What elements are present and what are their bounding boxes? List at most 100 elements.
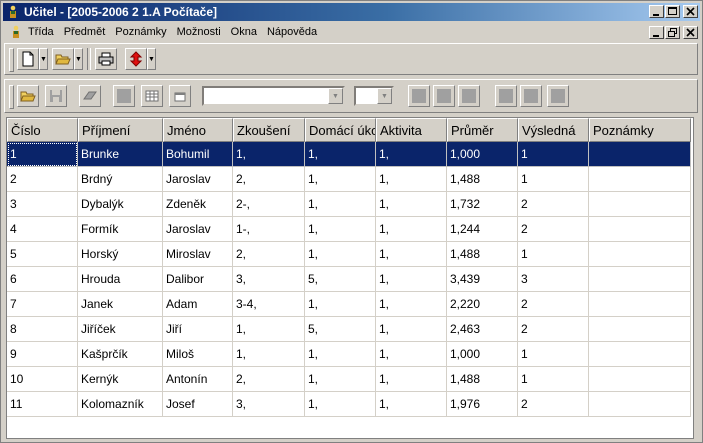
cell-col-aktivita[interactable]: 1, bbox=[376, 267, 447, 292]
cell-col-zkouseni[interactable]: 1, bbox=[233, 342, 305, 367]
cell-col-aktivita[interactable]: 1, bbox=[376, 242, 447, 267]
mdi-close-button[interactable] bbox=[683, 26, 698, 39]
header-col-poznamky[interactable]: Poznámky bbox=[589, 118, 691, 142]
cell-col-prijmeni[interactable]: Formík bbox=[78, 217, 163, 242]
cell-col-prijmeni[interactable]: Jiříček bbox=[78, 317, 163, 342]
cell-col-prumer[interactable]: 3,439 bbox=[447, 267, 518, 292]
grade-select[interactable]: ▼ bbox=[354, 86, 394, 106]
header-col-domaci-ukoly[interactable]: Domácí úkoly bbox=[305, 118, 376, 142]
cell-col-aktivita[interactable]: 1, bbox=[376, 217, 447, 242]
cell-col-vysledna[interactable]: 2 bbox=[518, 317, 589, 342]
cell-col-zkouseni[interactable]: 2, bbox=[233, 167, 305, 192]
cell-col-prumer[interactable]: 1,000 bbox=[447, 342, 518, 367]
cell-col-aktivita[interactable]: 1, bbox=[376, 342, 447, 367]
cell-col-zkouseni[interactable]: 2, bbox=[233, 242, 305, 267]
menu-poznamky[interactable]: Poznámky bbox=[110, 23, 171, 41]
red-arrow-icon[interactable] bbox=[125, 48, 147, 70]
grades-grid[interactable]: ČísloPříjmeníJménoZkoušeníDomácí úkolyAk… bbox=[6, 117, 694, 439]
cell-col-vysledna[interactable]: 1 bbox=[518, 142, 589, 167]
cell-col-poznamky[interactable] bbox=[589, 167, 691, 192]
cell-col-jmeno[interactable]: Jaroslav bbox=[163, 217, 233, 242]
grey-square-icon[interactable] bbox=[408, 85, 430, 107]
cell-col-vysledna[interactable]: 2 bbox=[518, 292, 589, 317]
minimize-button[interactable] bbox=[649, 5, 664, 18]
cell-col-zkouseni[interactable]: 2, bbox=[233, 367, 305, 392]
cell-col-cislo[interactable]: 7 bbox=[7, 292, 78, 317]
eraser-icon[interactable] bbox=[79, 85, 101, 107]
header-col-prumer[interactable]: Průměr bbox=[447, 118, 518, 142]
cell-col-prijmeni[interactable]: Brdný bbox=[78, 167, 163, 192]
cell-col-prumer[interactable]: 1,000 bbox=[447, 142, 518, 167]
cell-col-domaci-ukoly[interactable]: 1, bbox=[305, 367, 376, 392]
header-col-zkouseni[interactable]: Zkoušení bbox=[233, 118, 305, 142]
cell-col-zkouseni[interactable]: 3, bbox=[233, 267, 305, 292]
cell-col-vysledna[interactable]: 2 bbox=[518, 392, 589, 417]
cell-col-poznamky[interactable] bbox=[589, 142, 691, 167]
menu-okna[interactable]: Okna bbox=[226, 23, 262, 41]
cell-col-zkouseni[interactable]: 3, bbox=[233, 392, 305, 417]
grey-square-icon[interactable] bbox=[547, 85, 569, 107]
cell-col-jmeno[interactable]: Miloš bbox=[163, 342, 233, 367]
table-row[interactable]: 8 Jiříček Jiří 1, 5, 1, 2,463 2 bbox=[7, 317, 691, 342]
cell-col-jmeno[interactable]: Miroslav bbox=[163, 242, 233, 267]
table-row[interactable]: 1 Brunke Bohumil 1, 1, 1, 1,000 1 bbox=[7, 142, 691, 167]
mdi-restore-button[interactable] bbox=[665, 26, 680, 39]
cell-col-poznamky[interactable] bbox=[589, 242, 691, 267]
grey-square-icon[interactable] bbox=[433, 85, 455, 107]
cell-col-vysledna[interactable]: 1 bbox=[518, 167, 589, 192]
close-button[interactable] bbox=[683, 5, 698, 18]
open-folder-icon[interactable] bbox=[17, 85, 39, 107]
table-row[interactable]: 9 Kašprčík Miloš 1, 1, 1, 1,000 1 bbox=[7, 342, 691, 367]
cell-col-vysledna[interactable]: 2 bbox=[518, 192, 589, 217]
new-document-icon[interactable] bbox=[17, 48, 39, 70]
cell-col-domaci-ukoly[interactable]: 1, bbox=[305, 192, 376, 217]
grey-square-icon[interactable] bbox=[458, 85, 480, 107]
cell-col-poznamky[interactable] bbox=[589, 317, 691, 342]
cell-col-poznamky[interactable] bbox=[589, 192, 691, 217]
table-row[interactable]: 5 Horský Miroslav 2, 1, 1, 1,488 1 bbox=[7, 242, 691, 267]
cell-col-jmeno[interactable]: Bohumil bbox=[163, 142, 233, 167]
cell-col-cislo[interactable]: 9 bbox=[7, 342, 78, 367]
cell-col-cislo[interactable]: 6 bbox=[7, 267, 78, 292]
cell-col-aktivita[interactable]: 1, bbox=[376, 317, 447, 342]
table-row[interactable]: 10 Kernýk Antonín 2, 1, 1, 1,488 1 bbox=[7, 367, 691, 392]
chevron-down-icon[interactable]: ▼ bbox=[377, 88, 392, 104]
cell-col-domaci-ukoly[interactable]: 1, bbox=[305, 217, 376, 242]
cell-col-domaci-ukoly[interactable]: 1, bbox=[305, 242, 376, 267]
title-bar[interactable]: Učitel - [2005-2006 2 1.A Počítače] bbox=[3, 3, 700, 21]
cell-col-domaci-ukoly[interactable]: 5, bbox=[305, 317, 376, 342]
header-col-jmeno[interactable]: Jméno bbox=[163, 118, 233, 142]
window-icon[interactable] bbox=[169, 85, 191, 107]
cell-col-prumer[interactable]: 1,976 bbox=[447, 392, 518, 417]
cell-col-zkouseni[interactable]: 1-, bbox=[233, 217, 305, 242]
grey-square-icon[interactable] bbox=[520, 85, 542, 107]
open-dropdown-arrow[interactable]: ▼ bbox=[74, 48, 83, 70]
cell-col-cislo[interactable]: 11 bbox=[7, 392, 78, 417]
cell-col-prijmeni[interactable]: Brunke bbox=[78, 142, 163, 167]
cell-col-domaci-ukoly[interactable]: 5, bbox=[305, 267, 376, 292]
cell-col-cislo[interactable]: 3 bbox=[7, 192, 78, 217]
printer-icon[interactable] bbox=[95, 48, 117, 70]
cell-col-jmeno[interactable]: Josef bbox=[163, 392, 233, 417]
cell-col-poznamky[interactable] bbox=[589, 267, 691, 292]
cell-col-jmeno[interactable]: Jaroslav bbox=[163, 167, 233, 192]
maximize-button[interactable] bbox=[665, 5, 680, 18]
new-dropdown-arrow[interactable]: ▼ bbox=[39, 48, 48, 70]
header-col-aktivita[interactable]: Aktivita bbox=[376, 118, 447, 142]
cell-col-vysledna[interactable]: 1 bbox=[518, 242, 589, 267]
cell-col-poznamky[interactable] bbox=[589, 292, 691, 317]
cell-col-cislo[interactable]: 8 bbox=[7, 317, 78, 342]
table-row[interactable]: 2 Brdný Jaroslav 2, 1, 1, 1,488 1 bbox=[7, 167, 691, 192]
header-col-prijmeni[interactable]: Příjmení bbox=[78, 118, 163, 142]
cell-col-poznamky[interactable] bbox=[589, 367, 691, 392]
arrow-dropdown-arrow[interactable]: ▼ bbox=[147, 48, 156, 70]
toolbar-grip[interactable] bbox=[9, 48, 14, 72]
cell-col-prijmeni[interactable]: Kašprčík bbox=[78, 342, 163, 367]
cell-col-zkouseni[interactable]: 1, bbox=[233, 317, 305, 342]
table-row[interactable]: 7 Janek Adam 3-4, 1, 1, 2,220 2 bbox=[7, 292, 691, 317]
table-row[interactable]: 6 Hrouda Dalibor 3, 5, 1, 3,439 3 bbox=[7, 267, 691, 292]
cell-col-prijmeni[interactable]: Kernýk bbox=[78, 367, 163, 392]
cell-col-prijmeni[interactable]: Horský bbox=[78, 242, 163, 267]
cell-col-domaci-ukoly[interactable]: 1, bbox=[305, 142, 376, 167]
cell-col-aktivita[interactable]: 1, bbox=[376, 142, 447, 167]
